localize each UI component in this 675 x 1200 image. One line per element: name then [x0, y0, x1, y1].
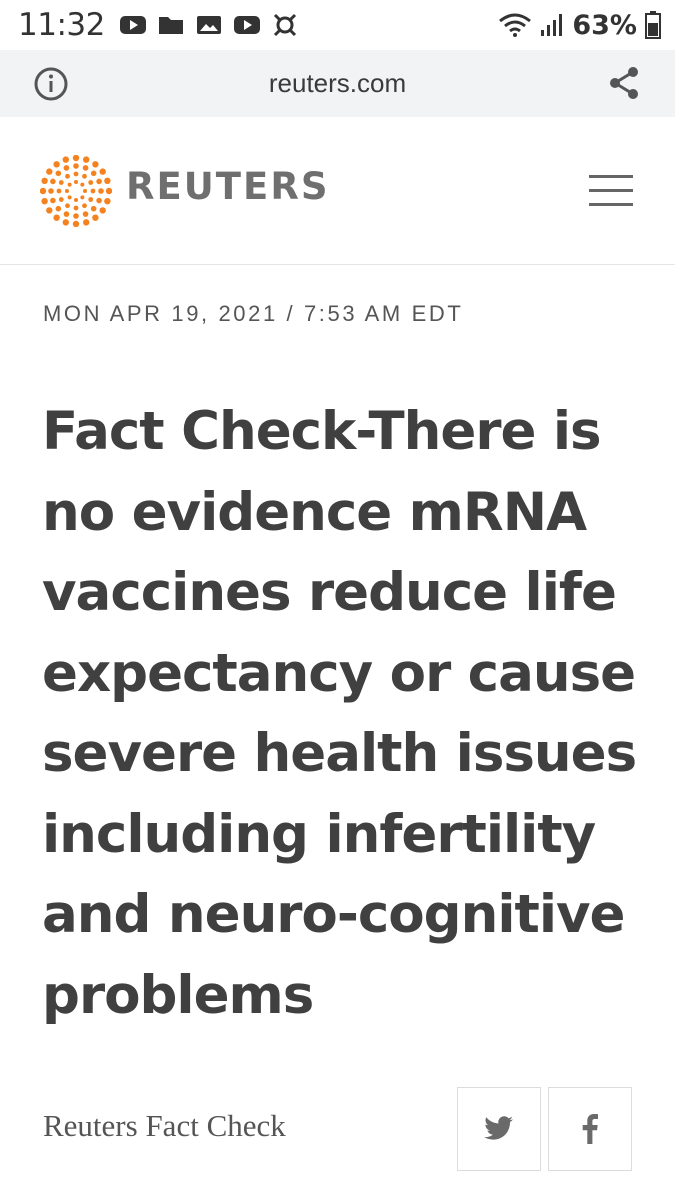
signal-icon: [541, 14, 563, 36]
battery-percent: 63%: [572, 9, 637, 41]
image-icon: [196, 16, 221, 34]
info-icon[interactable]: [33, 66, 69, 102]
hamburger-menu-icon[interactable]: [589, 172, 633, 210]
wifi-icon: [499, 13, 532, 37]
article-byline[interactable]: Reuters Fact Check: [43, 1108, 286, 1144]
headline-line: severe health issues: [42, 723, 637, 784]
share-icon[interactable]: [607, 65, 641, 101]
share-facebook-button[interactable]: [548, 1087, 632, 1171]
status-right: 63%: [498, 10, 661, 41]
headline-line: vaccines reduce life: [42, 562, 617, 623]
battery-icon: [645, 11, 661, 39]
twitter-icon: [484, 1116, 513, 1140]
headline-line: and neuro-cognitive: [42, 884, 626, 945]
reuters-logo-text[interactable]: REUTERS: [126, 165, 329, 208]
article-dateline: MON APR 19, 2021 / 7:53 AM EDT: [43, 301, 464, 326]
share-twitter-button[interactable]: [457, 1087, 541, 1171]
status-bar: 11:32 63%: [0, 0, 675, 50]
folder-icon: [158, 17, 183, 34]
browser-url-bar[interactable]: reuters.com: [0, 50, 675, 117]
headline-line: problems: [42, 964, 314, 1026]
facebook-icon: [582, 1114, 598, 1144]
reuters-logo-mark[interactable]: [40, 155, 112, 227]
article-headline: Fact Check-There is no evidence mRNA vac…: [42, 392, 652, 1036]
headline-line: Fact Check-There is: [42, 401, 602, 462]
site-header: REUTERS: [0, 117, 675, 265]
headline-line: including infertility: [42, 803, 596, 865]
status-time: 11:32: [18, 7, 105, 43]
youtube-icon: [119, 16, 146, 34]
app-icon: [273, 13, 296, 37]
headline-line: expectancy or cause: [42, 642, 636, 704]
url-text[interactable]: reuters.com: [269, 68, 406, 99]
notification-icons: [119, 13, 299, 37]
youtube-icon: [233, 16, 260, 34]
headline-line: no evidence mRNA: [42, 481, 587, 543]
